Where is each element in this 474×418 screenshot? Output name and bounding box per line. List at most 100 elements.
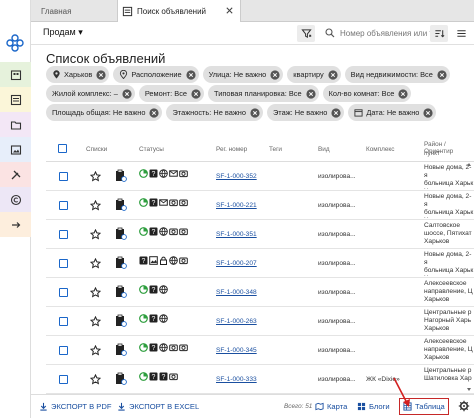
- reg-number-link[interactable]: SF-1-000-345: [216, 347, 257, 354]
- chip-layout[interactable]: Типовая планировка: Все: [208, 85, 319, 102]
- reg-number-link[interactable]: SF-1-000-207: [216, 260, 257, 267]
- progress-pie-icon: [139, 314, 148, 323]
- clipboard-icon[interactable]: [114, 372, 127, 385]
- chip-property-kind[interactable]: Вид недвижимости: Все: [344, 66, 450, 83]
- export-pdf-button[interactable]: ЭКСПОРТ В PDF: [39, 402, 111, 411]
- remove-chip-icon[interactable]: [328, 69, 338, 80]
- table-row[interactable]: ? SF-1-000-345 изолирова... Алексеевское нап…: [46, 336, 474, 365]
- remove-chip-icon[interactable]: [191, 88, 201, 99]
- remove-chip-icon[interactable]: [186, 69, 196, 80]
- table-row[interactable]: ?? SF-1-000-333 изолирова... ЖК «Dixie» Цент…: [46, 365, 474, 394]
- status-icons: ?: [139, 314, 199, 323]
- table-row[interactable]: ? SF-1-000-263 изолирова... Центральные р На…: [46, 307, 474, 336]
- chip-location[interactable]: Расположение: [113, 66, 199, 83]
- globe-icon: [159, 169, 168, 178]
- chip-total-area[interactable]: Площадь общая: Не важно: [46, 104, 163, 121]
- star-icon[interactable]: [90, 374, 101, 385]
- menu-button[interactable]: [452, 25, 470, 42]
- rail-copyright-button[interactable]: [0, 187, 31, 212]
- table-row[interactable]: ? SF-1-000-348 изолирова... Алексеевское нап…: [46, 278, 474, 307]
- star-icon[interactable]: [90, 258, 101, 269]
- app-logo-icon[interactable]: [4, 32, 26, 54]
- row-checkbox[interactable]: [59, 230, 68, 239]
- row-checkbox[interactable]: [59, 375, 68, 384]
- chip-city[interactable]: Харьков: [46, 66, 110, 83]
- table-row[interactable]: ? SF-1-000-221 изолирова... Новые дома, 2-я…: [46, 191, 474, 220]
- clipboard-icon[interactable]: [114, 227, 127, 240]
- chip-street[interactable]: Улица: Не важно: [202, 66, 284, 83]
- row-checkbox[interactable]: [59, 288, 68, 297]
- remove-chip-icon[interactable]: [423, 107, 434, 118]
- table-row[interactable]: ? SF-1-000-351 изолирова... Салтовское шоссе…: [46, 220, 474, 249]
- remove-chip-icon[interactable]: [437, 69, 447, 80]
- reg-number-link[interactable]: SF-1-000-351: [216, 231, 257, 238]
- vertical-scrollbar[interactable]: [466, 162, 472, 392]
- remove-chip-icon[interactable]: [149, 107, 160, 118]
- download-icon: [40, 402, 47, 411]
- star-icon[interactable]: [90, 316, 101, 327]
- star-icon[interactable]: [90, 345, 101, 356]
- row-checkbox[interactable]: [59, 172, 68, 181]
- reg-number-link[interactable]: SF-1-000-348: [216, 289, 257, 296]
- rail-export-button[interactable]: [0, 212, 31, 237]
- tab-search-ads[interactable]: Поиск объявлений: [117, 0, 241, 22]
- star-icon[interactable]: [90, 171, 101, 182]
- export-excel-button[interactable]: ЭКСПОРТ В EXCEL: [117, 402, 199, 411]
- reg-number-link[interactable]: SF-1-000-333: [216, 376, 257, 383]
- rail-folders-button[interactable]: [0, 112, 31, 137]
- sort-button[interactable]: [430, 25, 448, 42]
- clipboard-icon[interactable]: [114, 314, 127, 327]
- remove-chip-icon[interactable]: [331, 107, 341, 118]
- remove-chip-icon[interactable]: [96, 69, 106, 80]
- remove-chip-icon[interactable]: [398, 88, 409, 99]
- tab-search-ads-label: Поиск объявлений: [137, 6, 207, 16]
- table-row[interactable]: ? SF-1-000-207 изолирова... Новые дома, 2-я…: [46, 249, 474, 278]
- clipboard-icon[interactable]: [114, 169, 127, 182]
- table-view-button[interactable]: Таблица: [399, 398, 449, 415]
- clipboard-icon[interactable]: [114, 198, 127, 211]
- remove-chip-icon[interactable]: [270, 69, 280, 80]
- kind-cell: изолирова...: [318, 318, 356, 325]
- status-icons: ?: [139, 198, 199, 207]
- clipboard-icon[interactable]: [114, 343, 127, 356]
- camera-icon: [169, 344, 178, 352]
- close-icon[interactable]: [225, 6, 234, 15]
- row-checkbox[interactable]: [59, 317, 68, 326]
- chip-object-type[interactable]: квартиру: [287, 66, 341, 83]
- row-checkbox[interactable]: [59, 259, 68, 268]
- question-icon: ?: [149, 198, 158, 207]
- blogs-view-button[interactable]: Блоги: [357, 402, 390, 411]
- rail-objects-button[interactable]: [0, 62, 31, 87]
- row-checkbox[interactable]: [59, 201, 68, 210]
- chip-floor[interactable]: Этаж: Не важно: [266, 104, 345, 121]
- rail-media-button[interactable]: [0, 137, 31, 162]
- reg-number-link[interactable]: SF-1-000-352: [216, 173, 257, 180]
- rail-ads-button[interactable]: [0, 87, 31, 112]
- clipboard-icon[interactable]: [114, 256, 127, 269]
- remove-chip-icon[interactable]: [250, 107, 260, 118]
- reg-number-link[interactable]: SF-1-000-263: [216, 318, 257, 325]
- table-row[interactable]: ? SF-1-000-352 изолирова... Новые дома, 2-я…: [46, 162, 474, 191]
- chip-residential-complex[interactable]: Жилой комплекс: –: [46, 85, 135, 102]
- remove-chip-icon[interactable]: [122, 88, 132, 99]
- chip-rooms[interactable]: Кол-во комнат: Все: [322, 85, 412, 102]
- reg-number-link[interactable]: SF-1-000-221: [216, 202, 257, 209]
- row-checkbox[interactable]: [59, 346, 68, 355]
- star-icon[interactable]: [90, 287, 101, 298]
- map-view-button[interactable]: Карта: [315, 402, 347, 411]
- remove-chip-icon[interactable]: [306, 88, 316, 99]
- chip-renovation[interactable]: Ремонт: Все: [138, 85, 205, 102]
- tab-home[interactable]: Главная: [41, 0, 71, 22]
- chip-storeys[interactable]: Этажность: Не важно: [166, 104, 263, 121]
- camera-icon: [179, 199, 188, 207]
- clipboard-icon[interactable]: [114, 285, 127, 298]
- star-icon[interactable]: [90, 229, 101, 240]
- chip-label: Дата: Не важно: [366, 108, 420, 117]
- deal-type-dropdown[interactable]: Продам ▾: [43, 27, 83, 38]
- rail-tools-button[interactable]: [0, 162, 31, 187]
- select-all-checkbox[interactable]: [58, 144, 67, 153]
- star-icon[interactable]: [90, 200, 101, 211]
- chip-date[interactable]: Дата: Не важно: [348, 104, 437, 121]
- gear-icon[interactable]: [458, 400, 470, 412]
- filter-button[interactable]: [297, 25, 315, 42]
